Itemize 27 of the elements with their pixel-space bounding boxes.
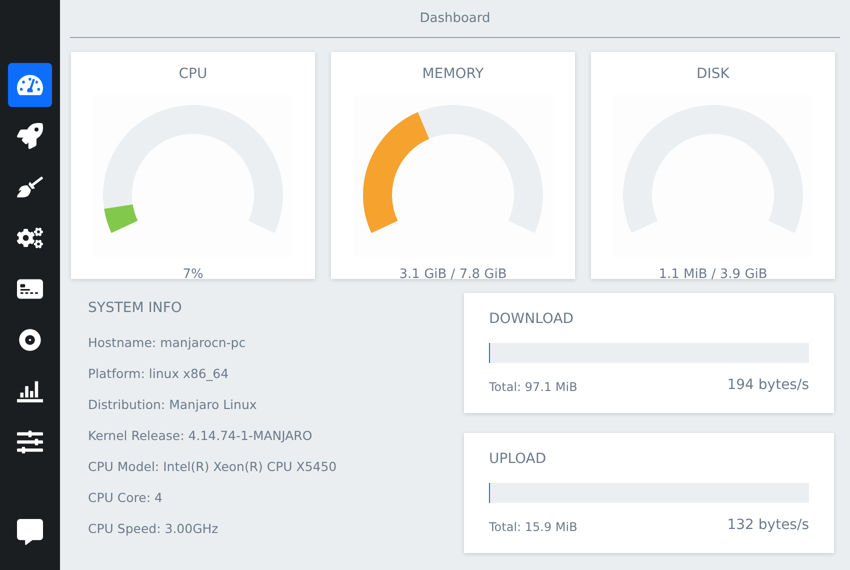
gauge-title: DISK bbox=[696, 65, 730, 84]
network-rate: 194 bytes/s bbox=[727, 376, 809, 395]
chat-icon bbox=[17, 519, 43, 545]
broom-icon bbox=[17, 174, 43, 200]
network-rate: 132 bytes/s bbox=[727, 516, 809, 535]
system-info-line: Distribution: Manjaro Linux bbox=[88, 396, 258, 414]
system-info-line: Kernel Release: 4.14.74-1-MANJARO bbox=[88, 427, 314, 445]
speedometer-icon bbox=[17, 72, 43, 98]
system-info-line: CPU Model: Intel(R) Xeon(R) CPU X5450 bbox=[88, 458, 338, 476]
gears-icon bbox=[17, 225, 43, 251]
network-title: UPLOAD bbox=[489, 450, 548, 469]
gauge-title: CPU bbox=[178, 65, 208, 84]
sliders-icon bbox=[17, 429, 43, 455]
rocket-icon bbox=[17, 123, 43, 149]
gauge-reading: 1.1 MiB / 3.9 GiB bbox=[658, 266, 768, 284]
network-total: Total: 15.9 MiB bbox=[489, 519, 578, 536]
page-title: Dashboard bbox=[420, 10, 490, 28]
gauge-title: MEMORY bbox=[422, 65, 484, 84]
gauge-reading: 7% bbox=[182, 266, 204, 284]
network-title: DOWNLOAD bbox=[489, 310, 575, 329]
system-info-line: CPU Core: 4 bbox=[88, 489, 164, 507]
system-info-line: Platform: linux x86_64 bbox=[88, 365, 230, 383]
gauge-reading: 3.1 GiB / 7.8 GiB bbox=[399, 266, 507, 284]
system-info-line: CPU Speed: 3.00GHz bbox=[88, 520, 220, 538]
system-info-title: SYSTEM INFO bbox=[88, 299, 183, 318]
network-total: Total: 97.1 MiB bbox=[489, 379, 578, 396]
system-info-line: Hostname: manjarocn-pc bbox=[88, 334, 247, 352]
